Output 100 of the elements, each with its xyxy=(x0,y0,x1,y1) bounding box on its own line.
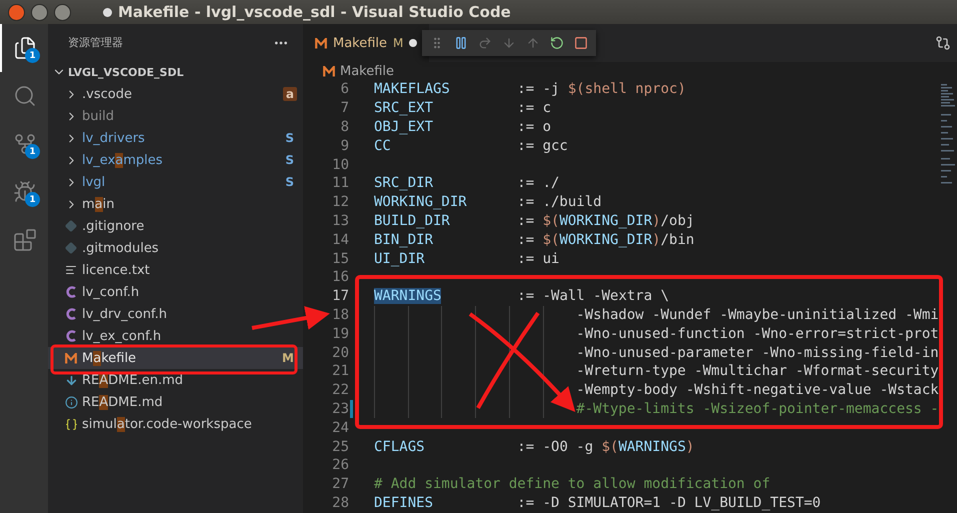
code-line: MAKEFLAGS := -j $(shell nproc) xyxy=(374,81,686,98)
line-number: 27 xyxy=(331,476,349,492)
line-number: 13 xyxy=(331,212,349,229)
window-title: Makefile - lvgl_vscode_sdl - Visual Studio Code xyxy=(118,3,511,21)
folder-item[interactable]: lvgl S xyxy=(48,171,303,193)
status-letter: M xyxy=(281,351,295,365)
line-number: 24 xyxy=(331,420,349,436)
folder-item[interactable]: main xyxy=(48,193,303,215)
file-name: .gitignore xyxy=(82,218,144,234)
line-number: 18 xyxy=(331,306,349,323)
folder-item[interactable]: lv_examples S xyxy=(48,149,303,171)
file-name: README.en.md xyxy=(82,372,184,388)
line-number: 10 xyxy=(331,156,349,173)
step-out-icon[interactable] xyxy=(526,36,540,50)
step-over-icon[interactable] xyxy=(478,36,492,50)
file-item[interactable]: lv_ex_conf.h xyxy=(48,325,303,347)
code-line: SRC_EXT := c xyxy=(374,100,552,116)
file-item[interactable]: licence.txt xyxy=(48,259,303,281)
activity-button[interactable]: 1 xyxy=(0,120,48,168)
status-letter: S xyxy=(284,153,295,167)
folder-item[interactable]: lv_drivers S xyxy=(48,127,303,149)
maximize-button[interactable] xyxy=(54,4,71,20)
code-line: -Wshadow -Wundef -Wmaybe-uninitialized -Wmi xyxy=(576,306,939,323)
status-letter: a xyxy=(282,87,297,101)
editor-tab[interactable]: Makefile M xyxy=(303,24,430,62)
folder-section-header[interactable]: LVGL_VSCODE_SDL xyxy=(48,61,303,83)
stop-icon[interactable] xyxy=(574,36,588,50)
status-letter: S xyxy=(284,175,295,189)
line-number: 21 xyxy=(331,363,349,380)
file-item[interactable]: .gitignore xyxy=(48,215,303,237)
file-item[interactable]: Makefile M xyxy=(48,347,303,369)
search-icon xyxy=(13,84,37,108)
line-number: 20 xyxy=(331,344,349,361)
line-number: 12 xyxy=(331,194,349,210)
line-number: 8 xyxy=(340,118,349,135)
file-name: lv_drv_conf.h xyxy=(82,306,167,322)
activity-button[interactable]: 1 xyxy=(0,168,48,216)
panel-title: 资源管理器 xyxy=(68,35,123,50)
file-name: .gitmodules xyxy=(82,240,159,256)
folder-item[interactable]: .vscode a xyxy=(48,83,303,105)
file-item[interactable]: .gitmodules xyxy=(48,237,303,259)
close-button[interactable] xyxy=(8,4,25,20)
line-number: 14 xyxy=(331,232,349,248)
c-file-icon xyxy=(66,330,76,342)
code-line: CFLAGS := -O0 -g $(WARNINGS) xyxy=(374,438,694,455)
tab-label: Makefile xyxy=(333,36,388,50)
source-control-icon xyxy=(13,132,37,156)
code-line: -Wreturn-type -Wmultichar -Wformat-security xyxy=(576,363,939,380)
count-badge: 1 xyxy=(25,144,40,159)
line-number: 23 xyxy=(331,400,349,417)
file-name: simulator.code-workspace xyxy=(82,416,252,432)
code-line: # Add simulator define to allow modification of xyxy=(374,476,770,492)
braces-icon xyxy=(64,418,78,430)
line-number: 6 xyxy=(340,81,349,98)
step-into-icon[interactable] xyxy=(502,36,516,50)
folder-name: LVGL_VSCODE_SDL xyxy=(68,66,184,78)
code-line: SRC_DIR := ./ xyxy=(374,175,560,192)
line-number: 7 xyxy=(340,100,349,116)
line-number: 22 xyxy=(331,382,349,398)
info-icon xyxy=(64,396,78,408)
file-item[interactable]: simulator.code-workspace xyxy=(48,413,303,435)
line-number: 26 xyxy=(331,457,349,474)
folder-item[interactable]: build xyxy=(48,105,303,127)
file-item[interactable]: README.en.md xyxy=(48,369,303,391)
file-name: main xyxy=(82,196,114,212)
status-letter: M xyxy=(393,36,404,50)
c-file-icon xyxy=(66,286,76,298)
file-name: lv_drivers xyxy=(82,130,145,146)
restart-icon[interactable] xyxy=(550,36,564,50)
line-number: 17 xyxy=(331,288,349,304)
file-item[interactable]: lv_drv_conf.h xyxy=(48,303,303,325)
unsaved-dot xyxy=(409,39,418,47)
breadcrumb-label: Makefile xyxy=(340,64,394,78)
makefile-icon xyxy=(315,38,327,48)
file-item[interactable]: lv_conf.h xyxy=(48,281,303,303)
minimize-button[interactable] xyxy=(31,4,48,20)
count-badge: 1 xyxy=(25,192,40,207)
file-name: README.md xyxy=(82,394,163,410)
code-line: CC := gcc xyxy=(374,138,568,154)
file-name: lvgl xyxy=(82,174,106,190)
code-line: DEFINES := -D SIMULATOR=1 -D LV_BUILD_TEST=0 xyxy=(374,494,821,511)
code-line: -Wno-unused-parameter -Wno-missing-field-in xyxy=(576,344,939,361)
compare-icon[interactable] xyxy=(935,35,951,51)
code-line: WARNINGS := -Wall -Wextra \ xyxy=(374,288,670,304)
breadcrumb[interactable]: Makefile xyxy=(303,62,957,80)
file-name: lv_ex_conf.h xyxy=(82,328,162,344)
code-line: -Wempty-body -Wshift-negative-value -Wstack xyxy=(576,382,939,398)
file-name: .vscode xyxy=(82,86,132,102)
makefile-icon xyxy=(323,66,335,76)
extensions-icon xyxy=(13,228,37,252)
download-icon xyxy=(64,374,78,386)
status-letter: S xyxy=(284,131,295,145)
pause-icon[interactable] xyxy=(454,36,468,50)
c-file-icon xyxy=(66,308,76,320)
file-name: lv_examples xyxy=(82,152,163,168)
code-line: BUILD_DIR := $(WORKING_DIR)/obj xyxy=(374,212,694,229)
file-item[interactable]: README.md xyxy=(48,391,303,413)
count-badge: 1 xyxy=(25,48,40,63)
git-file-icon xyxy=(65,220,77,232)
line-number: 25 xyxy=(331,438,349,455)
